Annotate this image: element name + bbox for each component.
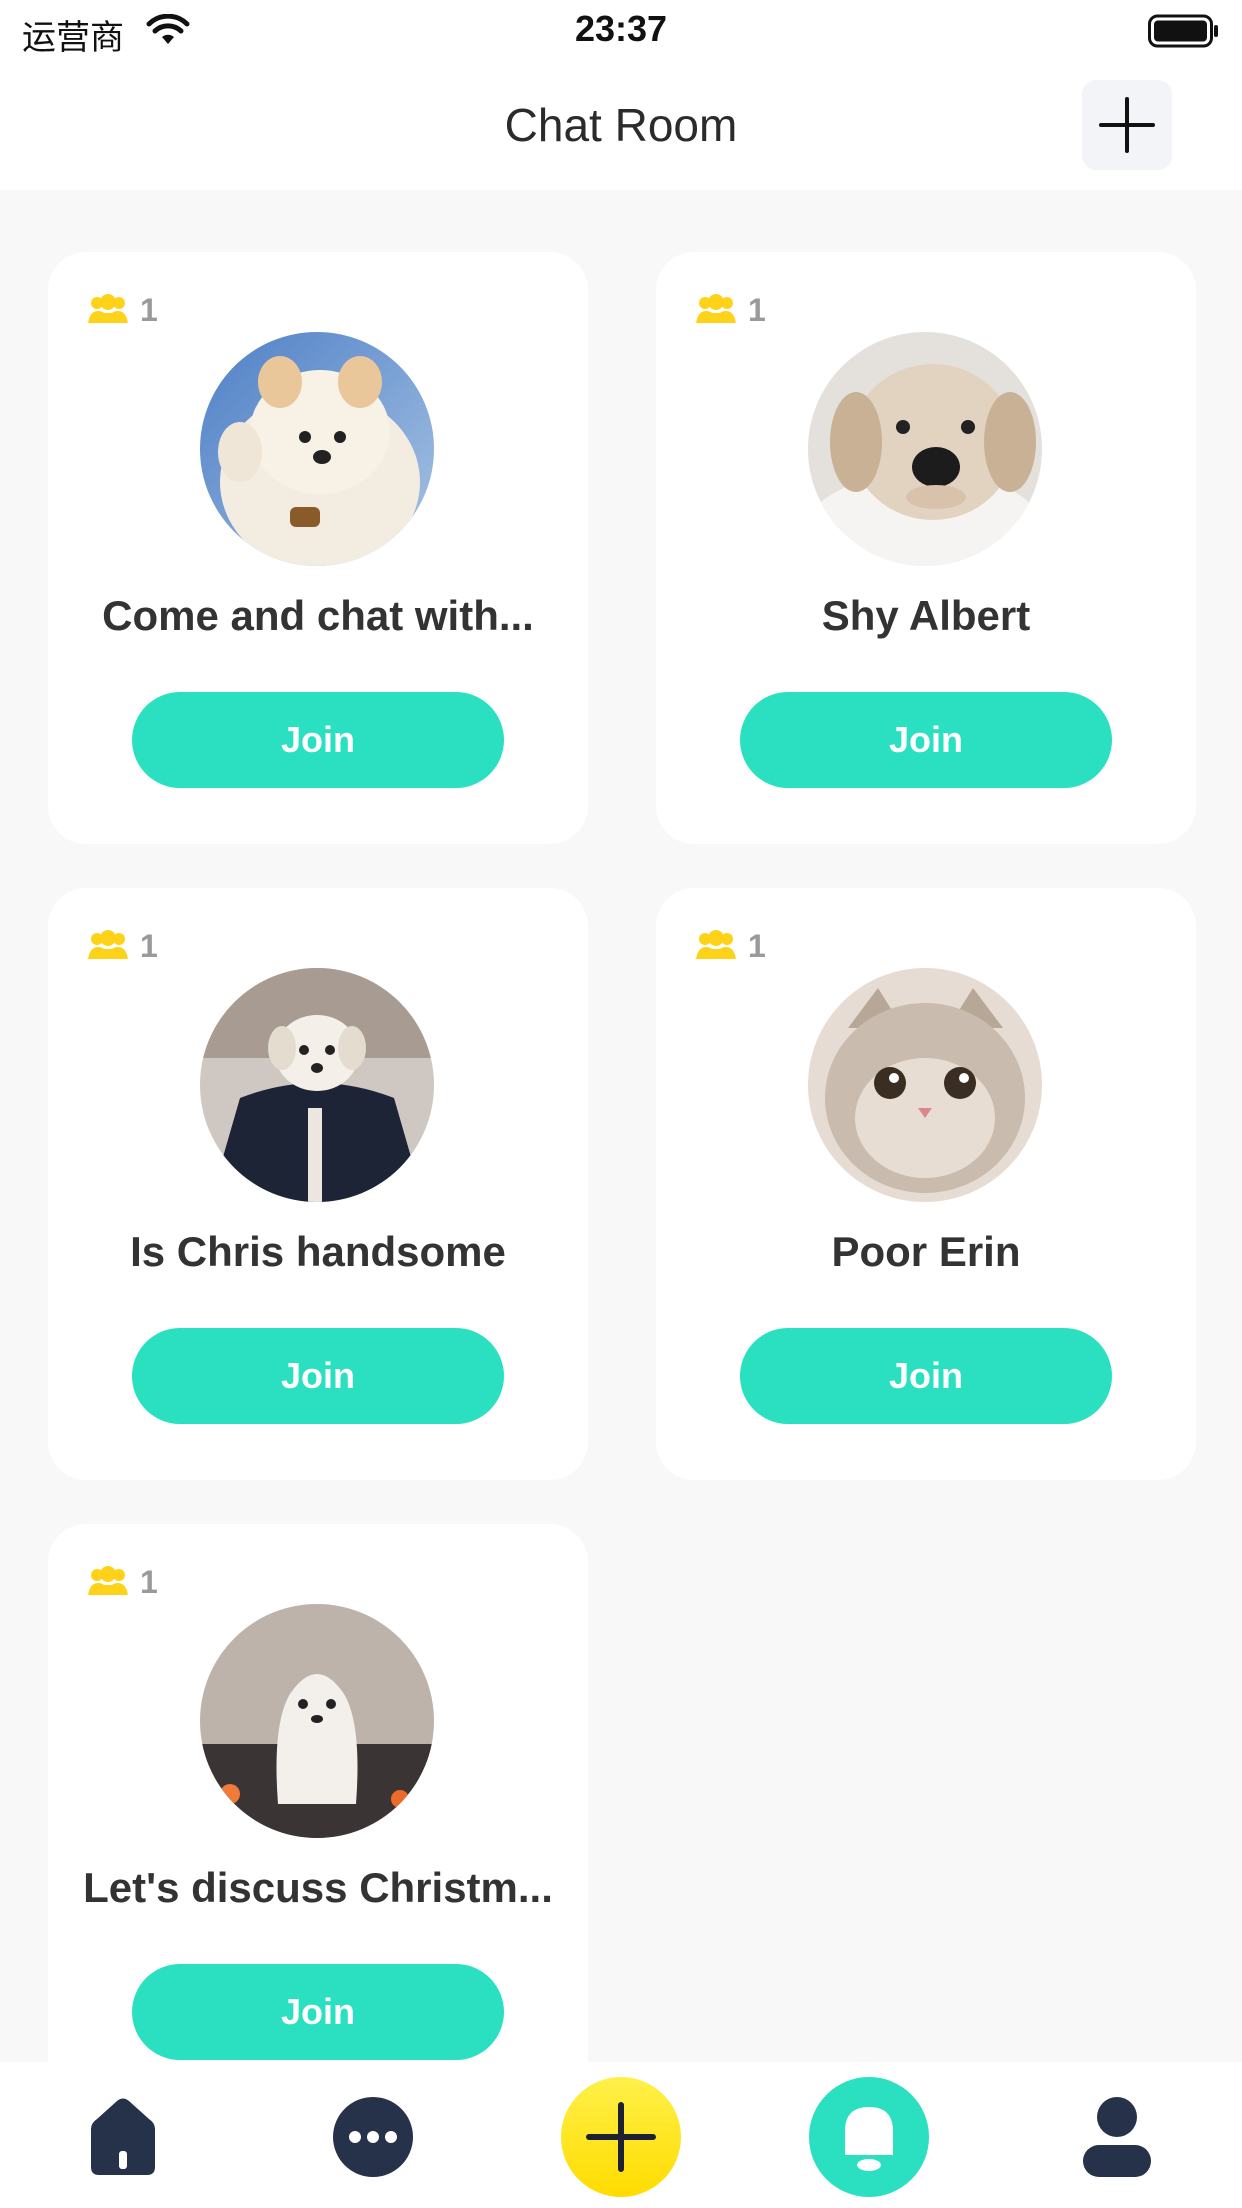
room-avatar: [808, 332, 1042, 566]
tab-profile[interactable]: [1052, 2072, 1182, 2202]
room-name: Poor Erin: [831, 1228, 1021, 1275]
room-card[interactable]: 1 Poor Erin Join: [656, 888, 1196, 1480]
room-avatar: [200, 332, 434, 566]
room-avatar: [200, 1604, 434, 1838]
member-count: 1: [140, 291, 158, 328]
join-button[interactable]: Join: [740, 692, 1112, 788]
page-title: Chat Room: [504, 99, 738, 151]
room-name: Let's discuss Christm...: [83, 1864, 553, 1911]
members-icon: [88, 294, 128, 323]
status-time: 23:37: [574, 8, 668, 49]
join-button[interactable]: Join: [740, 1328, 1112, 1424]
member-count-badge: 1: [694, 292, 766, 328]
puppy-avatar-image: [808, 332, 1042, 566]
tab-create[interactable]: [556, 2072, 686, 2202]
members-icon: [696, 930, 736, 959]
member-count: 1: [140, 927, 158, 964]
members-icon: [696, 294, 736, 323]
plus-icon: [1099, 97, 1155, 153]
room-grid: 1 Come and chat with... Join 1 Shy Alber…: [0, 190, 1242, 2116]
tab-bar: [0, 2062, 1242, 2208]
member-count-badge: 1: [86, 1564, 158, 1600]
header: Chat Room: [0, 66, 1242, 190]
battery-icon: [1148, 14, 1218, 48]
tab-notifications[interactable]: [804, 2072, 934, 2202]
room-name: Shy Albert: [821, 592, 1031, 639]
room-name: Come and chat with...: [102, 592, 534, 639]
join-button[interactable]: Join: [132, 1964, 504, 2060]
plus-icon: [561, 2077, 681, 2197]
member-count: 1: [140, 1563, 158, 1600]
ghost-dog-avatar-image: [200, 1604, 434, 1838]
tab-messages[interactable]: [308, 2072, 438, 2202]
add-room-button[interactable]: [1082, 80, 1172, 170]
dog-avatar-image: [200, 332, 434, 566]
members-icon: [88, 1566, 128, 1595]
join-button[interactable]: Join: [132, 692, 504, 788]
room-avatar: [808, 968, 1042, 1202]
room-avatar: [200, 968, 434, 1202]
room-name: Is Chris handsome: [130, 1228, 506, 1275]
member-count-badge: 1: [694, 928, 766, 964]
room-card[interactable]: 1 Is Chris handsome Join: [48, 888, 588, 1480]
join-button[interactable]: Join: [132, 1328, 504, 1424]
member-count: 1: [748, 927, 766, 964]
members-icon: [88, 930, 128, 959]
profile-icon: [1083, 2097, 1151, 2177]
member-count-badge: 1: [86, 292, 158, 328]
chat-bubble-icon: [333, 2097, 413, 2177]
cat-avatar-image: [808, 968, 1042, 1202]
room-card[interactable]: 1 Shy Albert Join: [656, 252, 1196, 844]
notification-bell-icon: [809, 2077, 929, 2197]
room-card[interactable]: 1 Come and chat with... Join: [48, 252, 588, 844]
member-count: 1: [748, 291, 766, 328]
status-bar: 运营商 23:37: [0, 0, 1242, 66]
home-icon: [91, 2098, 155, 2175]
dog-in-coat-avatar-image: [200, 968, 434, 1202]
member-count-badge: 1: [86, 928, 158, 964]
tab-home[interactable]: [58, 2072, 188, 2202]
room-card[interactable]: 1 Let's discuss Christm... Join: [48, 1524, 588, 2116]
